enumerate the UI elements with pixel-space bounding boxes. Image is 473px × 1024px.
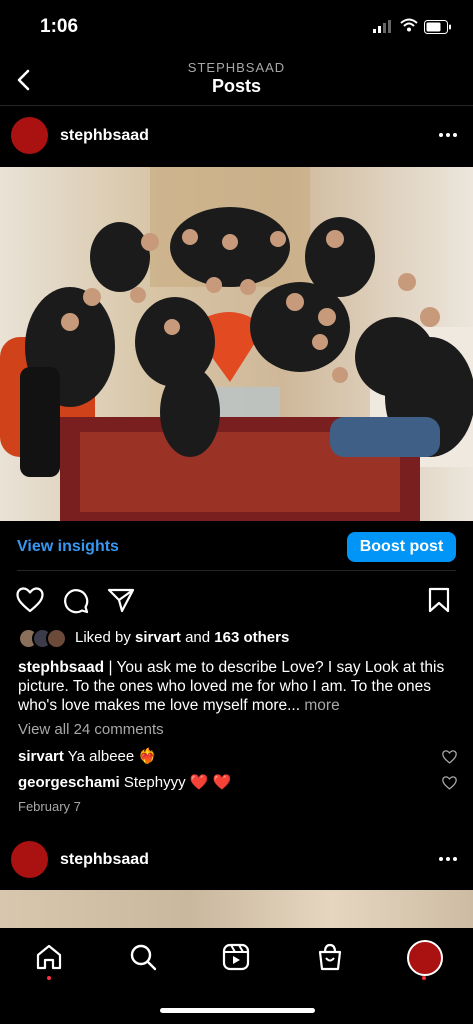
- post-photo[interactable]: [0, 167, 473, 521]
- comment-text: Ya albeee: [67, 748, 135, 765]
- more-icon[interactable]: [439, 133, 459, 139]
- comment-row: sirvart Ya albeee ❤️‍🔥: [18, 747, 157, 765]
- signal-icon: [373, 20, 391, 33]
- view-insights-link[interactable]: View insights: [17, 538, 119, 556]
- next-post-photo[interactable]: [0, 890, 473, 930]
- next-post-avatar[interactable]: [11, 841, 48, 878]
- heart-icon[interactable]: [16, 587, 44, 613]
- comment-username[interactable]: georgeschami: [18, 774, 120, 791]
- post-username[interactable]: stephbsaad: [60, 127, 149, 145]
- post-avatar[interactable]: [11, 117, 48, 154]
- comment-icon[interactable]: [62, 587, 89, 614]
- likes-summary[interactable]: Liked by sirvart and 163 others: [75, 629, 289, 646]
- comment-like-heart-icon[interactable]: [442, 750, 457, 764]
- header-username: STEPHBSAAD: [187, 60, 286, 75]
- share-icon[interactable]: [107, 587, 135, 613]
- home-icon[interactable]: [34, 942, 64, 972]
- profile-notification-dot: [422, 976, 426, 980]
- shop-icon[interactable]: [315, 942, 345, 972]
- comment-text: Stephyyy: [123, 774, 186, 791]
- home-notification-dot: [47, 976, 51, 980]
- reels-icon[interactable]: [221, 942, 251, 972]
- liker-avatar: [46, 628, 67, 649]
- bookmark-icon[interactable]: [428, 587, 450, 613]
- comment-row: georgeschami Stephyyy ❤️ ❤️: [18, 773, 231, 791]
- comment-emoji: ❤️ ❤️: [189, 774, 232, 791]
- header-divider: [0, 105, 473, 106]
- likes-user[interactable]: sirvart: [135, 629, 181, 646]
- boost-post-button[interactable]: Boost post: [347, 532, 456, 562]
- likes-others[interactable]: 163 others: [214, 629, 289, 646]
- home-indicator: [160, 1008, 315, 1013]
- likes-and: and: [185, 629, 211, 646]
- battery-icon: [424, 20, 451, 34]
- likes-prefix: Liked by: [75, 629, 131, 646]
- comment-emoji: ❤️‍🔥: [138, 748, 158, 765]
- more-icon[interactable]: [439, 857, 459, 863]
- caption-username[interactable]: stephbsaad: [18, 659, 104, 676]
- search-icon[interactable]: [128, 942, 158, 972]
- next-post-username[interactable]: stephbsaad: [60, 851, 149, 869]
- wifi-icon: [400, 18, 418, 32]
- view-all-comments-link[interactable]: View all 24 comments: [18, 721, 164, 738]
- profile-icon[interactable]: [407, 940, 443, 976]
- comment-like-heart-icon[interactable]: [442, 776, 457, 790]
- insights-divider: [17, 570, 456, 571]
- caption-more-link[interactable]: more: [304, 697, 339, 714]
- post-date: February 7: [18, 799, 81, 814]
- post-caption: stephbsaad | You ask me to describe Love…: [18, 658, 458, 715]
- comment-username[interactable]: sirvart: [18, 748, 64, 765]
- page-title: Posts: [211, 76, 262, 96]
- status-time: 1:06: [40, 16, 79, 37]
